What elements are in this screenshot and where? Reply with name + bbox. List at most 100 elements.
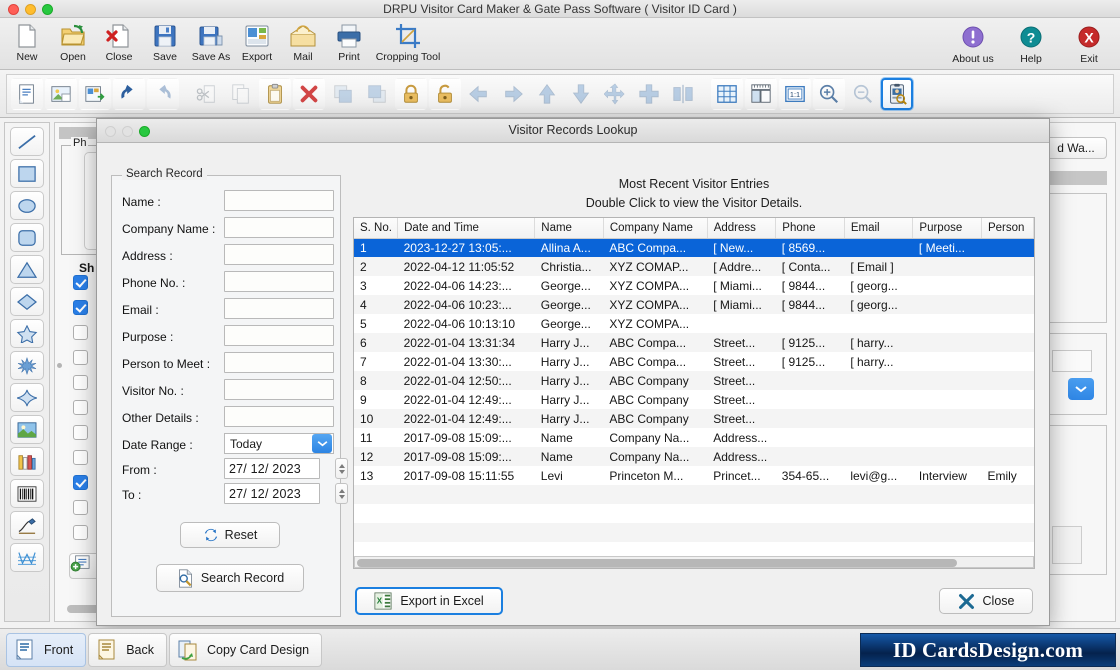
layer-checkbox[interactable] <box>73 450 88 465</box>
records-h-scroll-thumb[interactable] <box>357 559 957 567</box>
column-header-company[interactable]: Company Name <box>603 218 708 239</box>
table-row[interactable]: 4 2022-04-06 10:23:... George... XYZ COMPA.… <box>354 295 1034 314</box>
grid-button[interactable] <box>711 78 743 110</box>
email-input[interactable] <box>224 298 334 319</box>
company-name-input[interactable] <box>224 217 334 238</box>
to-date-input[interactable]: 27/ 12/ 2023 <box>224 483 320 504</box>
copy-card-design-button[interactable]: Copy Card Design <box>168 633 323 667</box>
toolbar-new-button[interactable]: New <box>4 20 50 63</box>
toolbar-close-button[interactable]: Close <box>96 20 142 63</box>
column-header-phone[interactable]: Phone <box>775 218 845 239</box>
table-row[interactable]: 10 2022-01-04 12:49:... Harry J... ABC Comp… <box>354 409 1034 428</box>
triangle-tool-button[interactable] <box>10 255 44 284</box>
align-vertical-button[interactable] <box>667 78 699 110</box>
column-header-sno[interactable]: S. No. <box>354 218 399 239</box>
column-header-datetime[interactable]: Date and Time <box>397 218 536 239</box>
delete-button[interactable] <box>293 78 325 110</box>
phone-input[interactable] <box>224 271 334 292</box>
cut-button[interactable] <box>191 78 223 110</box>
toolbar-help-button[interactable]: ? Help <box>1006 22 1056 65</box>
table-row[interactable]: 7 2022-01-04 13:30:... Harry J... ABC Compa… <box>354 352 1034 371</box>
starburst-tool-button[interactable] <box>10 351 44 380</box>
layer-checkbox[interactable] <box>73 300 88 315</box>
records-h-scrollbar[interactable] <box>354 556 1034 568</box>
barcode-tool-button[interactable] <box>10 479 44 508</box>
ellipse-tool-button[interactable] <box>10 191 44 220</box>
unlock-button[interactable] <box>429 78 461 110</box>
move-down-button[interactable] <box>565 78 597 110</box>
toolbar-mail-button[interactable]: Mail <box>280 20 326 63</box>
rounded-rectangle-tool-button[interactable] <box>10 223 44 252</box>
watermark-tool-button[interactable] <box>10 543 44 572</box>
panel-resize-handle[interactable] <box>57 363 62 368</box>
column-header-address[interactable]: Address <box>707 218 777 239</box>
add-watermark-button[interactable]: d Wa... <box>1045 137 1107 159</box>
align-horizontal-button[interactable] <box>633 78 665 110</box>
toolbar-save-as-button[interactable]: Save As <box>188 20 234 63</box>
four-point-star-tool-button[interactable] <box>10 383 44 412</box>
actual-size-button[interactable]: 1:1 <box>779 78 811 110</box>
paste-button[interactable] <box>259 78 291 110</box>
library-tool-button[interactable] <box>10 447 44 476</box>
layer-checkbox[interactable] <box>73 325 88 340</box>
toolbar-export-button[interactable]: Export <box>234 20 280 63</box>
export-image-button[interactable] <box>79 78 111 110</box>
copy-button[interactable] <box>225 78 257 110</box>
toolbar-cropping-tool-button[interactable]: Cropping Tool <box>372 20 444 63</box>
toolbar-print-button[interactable]: Print <box>326 20 372 63</box>
reset-button[interactable]: Reset <box>180 522 280 548</box>
redo-button[interactable] <box>147 78 179 110</box>
property-dropdown-button[interactable] <box>1068 378 1094 400</box>
undo-button[interactable] <box>113 78 145 110</box>
toolbar-exit-button[interactable]: X Exit <box>1064 22 1114 65</box>
property-input[interactable] <box>1052 526 1082 564</box>
toolbar-save-button[interactable]: Save <box>142 20 188 63</box>
front-side-button[interactable]: Front <box>6 633 87 667</box>
image-tool-button[interactable] <box>10 415 44 444</box>
back-side-button[interactable]: Back <box>88 633 167 667</box>
layer-checkbox[interactable] <box>73 525 88 540</box>
records-table-container[interactable]: S. No. Date and Time Name Company Name A… <box>353 217 1035 569</box>
from-date-stepper[interactable] <box>335 458 348 479</box>
toolbar-open-button[interactable]: Open <box>50 20 96 63</box>
from-date-input[interactable]: 27/ 12/ 2023 <box>224 458 320 479</box>
align-center-button[interactable] <box>599 78 631 110</box>
table-row[interactable]: 9 2022-01-04 12:49:... Harry J... ABC Compa… <box>354 390 1034 409</box>
export-in-excel-button[interactable]: X Export in Excel <box>355 587 503 615</box>
search-record-button[interactable]: Search Record <box>156 564 304 592</box>
diamond-tool-button[interactable] <box>10 287 44 316</box>
table-row[interactable]: 6 2022-01-04 13:31:34 Harry J... ABC Compa.… <box>354 333 1034 352</box>
column-header-purpose[interactable]: Purpose <box>912 218 982 239</box>
other-details-input[interactable] <box>224 406 334 427</box>
property-input[interactable] <box>1052 350 1092 372</box>
ruler-button[interactable] <box>745 78 777 110</box>
table-row[interactable]: 3 2022-04-06 14:23:... George... XYZ COMPA.… <box>354 276 1034 295</box>
lock-button[interactable] <box>395 78 427 110</box>
rectangle-tool-button[interactable] <box>10 159 44 188</box>
table-row[interactable]: 1 2023-12-27 13:05:... Allina A... ABC Comp… <box>354 238 1034 257</box>
date-range-chevron[interactable] <box>312 434 332 453</box>
layer-checkbox[interactable] <box>73 500 88 515</box>
visitor-records-lookup-button[interactable] <box>881 78 913 110</box>
date-range-select[interactable]: Today <box>224 433 334 454</box>
layer-checkbox[interactable] <box>73 375 88 390</box>
close-dialog-button[interactable]: Close <box>939 588 1033 614</box>
table-row[interactable]: 11 2017-09-08 15:09:... Name Company Na... A… <box>354 428 1034 447</box>
layer-checkbox[interactable] <box>73 350 88 365</box>
signature-tool-button[interactable] <box>10 511 44 540</box>
zoom-in-button[interactable] <box>813 78 845 110</box>
table-row[interactable]: 12 2017-09-08 15:09:... Name Company Na... A… <box>354 447 1034 466</box>
move-right-button[interactable] <box>497 78 529 110</box>
send-to-back-button[interactable] <box>361 78 393 110</box>
column-header-person[interactable]: Person <box>981 218 1034 239</box>
person-to-meet-input[interactable] <box>224 352 334 373</box>
layer-checkbox[interactable] <box>73 475 88 490</box>
new-card-button[interactable] <box>11 78 43 110</box>
address-input[interactable] <box>224 244 334 265</box>
bring-to-front-button[interactable] <box>327 78 359 110</box>
table-row[interactable]: 5 2022-04-06 10:13:10 George... XYZ COMPA..… <box>354 314 1034 333</box>
visitor-no-input[interactable] <box>224 379 334 400</box>
add-image-button[interactable] <box>45 78 77 110</box>
move-up-button[interactable] <box>531 78 563 110</box>
name-input[interactable] <box>224 190 334 211</box>
